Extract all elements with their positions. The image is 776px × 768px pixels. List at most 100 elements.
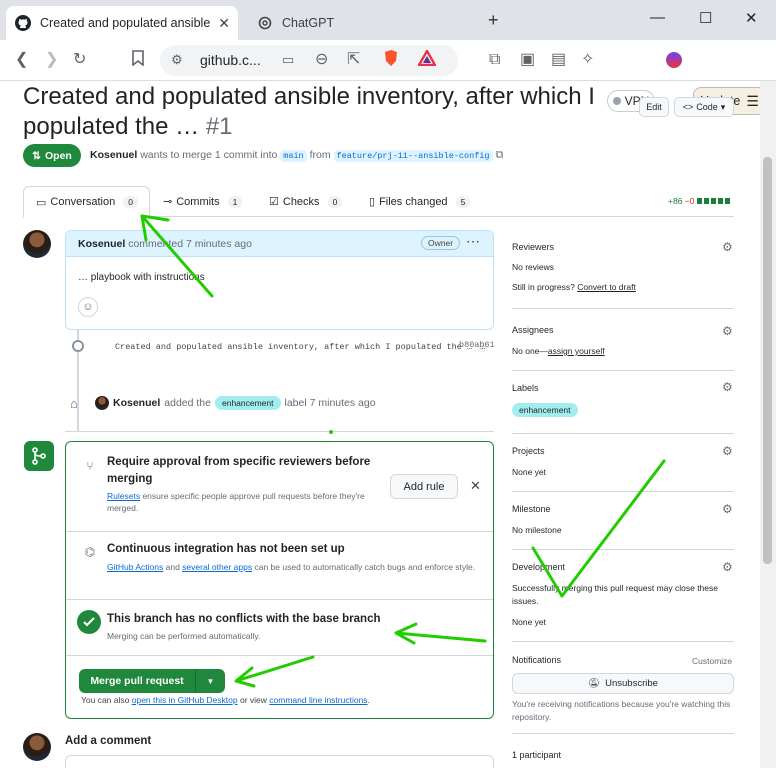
development-heading: Development xyxy=(512,562,566,572)
code-icon: <> xyxy=(682,102,694,112)
tab-label: Files changed xyxy=(379,195,448,208)
menu-icon: ☰ xyxy=(746,92,759,109)
maximize-icon[interactable]: ☐ xyxy=(699,9,712,27)
lines-added: +86 xyxy=(668,196,683,206)
new-tab-icon[interactable]: + xyxy=(488,10,499,31)
comment-input[interactable] xyxy=(65,755,494,768)
development-value: None yet xyxy=(512,617,547,627)
conflicts-section: This branch has no conflicts with the ba… xyxy=(66,600,493,656)
close-window-icon[interactable]: ✕ xyxy=(745,9,758,27)
chevron-down-icon: ▾ xyxy=(720,101,726,112)
chatgpt-icon xyxy=(256,14,274,32)
copy-icon[interactable]: ⧉ xyxy=(495,149,503,161)
rulesets-link[interactable]: Rulesets xyxy=(107,491,140,501)
customize-link[interactable]: Customize xyxy=(692,655,732,668)
commit-icon: ⊸ xyxy=(163,196,173,208)
merge-button-label[interactable]: Merge pull request xyxy=(79,669,196,693)
reload-icon[interactable]: ↻ xyxy=(73,50,86,70)
tab-checks[interactable]: ☑ Checks 0 xyxy=(269,186,343,217)
tab-conversation[interactable]: ▭ Conversation 0 xyxy=(23,186,150,218)
close-icon[interactable]: ✕ xyxy=(470,478,481,494)
merge-text-from: from xyxy=(309,149,331,161)
event-actor[interactable]: Kosenuel xyxy=(113,397,160,409)
ci-desc: GitHub Actions and several other apps ca… xyxy=(107,561,477,573)
site-info-icon[interactable]: ⚙ xyxy=(171,50,183,70)
label-event: Kosenuel added the enhancement label 7 m… xyxy=(95,396,376,410)
diffstat-bar xyxy=(696,198,730,204)
head-branch[interactable]: feature/prj-11--ansible-config xyxy=(333,150,493,162)
brave-shield-icon[interactable] xyxy=(384,50,398,72)
event-timestamp: label 7 minutes ago xyxy=(284,397,376,409)
sidebar-divider xyxy=(512,433,734,434)
close-tab-icon[interactable]: ✕ xyxy=(218,15,230,32)
brave-rewards-icon[interactable] xyxy=(416,48,438,72)
other-apps-link[interactable]: several other apps xyxy=(182,562,252,572)
pull-request-icon: ⇅ xyxy=(32,149,41,162)
sidebar-icon[interactable]: ▣ xyxy=(520,50,535,70)
github-actions-link[interactable]: GitHub Actions xyxy=(107,562,163,572)
merge-pull-request-button[interactable]: Merge pull request ▼ xyxy=(79,669,225,693)
url-text[interactable]: github.c... xyxy=(200,52,261,68)
share-icon[interactable]: ⇱ xyxy=(347,50,360,70)
commit-message[interactable]: Created and populated ansible inventory,… xyxy=(115,340,495,355)
back-icon[interactable]: ❮ xyxy=(15,50,28,70)
label-pill[interactable]: enhancement xyxy=(214,396,281,410)
development-gear-icon[interactable]: ⚙ xyxy=(722,560,733,574)
base-branch[interactable]: main xyxy=(280,150,307,162)
ci-desc-text: can be used to automatically catch bugs … xyxy=(254,562,476,572)
ci-title: Continuous integration has not been set … xyxy=(107,543,345,555)
also-text: You can also xyxy=(81,695,130,705)
avatar[interactable] xyxy=(95,396,109,410)
zoom-icon[interactable]: ⊖ xyxy=(315,50,328,70)
reviewers-gear-icon[interactable]: ⚙ xyxy=(722,240,733,254)
unsubscribe-button[interactable]: 🔕︎ Unsubscribe xyxy=(512,673,734,694)
browser-tab-chatgpt[interactable]: ChatGPT xyxy=(248,6,478,40)
milestone-value: No milestone xyxy=(512,525,562,535)
projects-gear-icon[interactable]: ⚙ xyxy=(722,444,733,458)
minimize-icon[interactable]: — xyxy=(650,9,665,26)
tab-label: Conversation xyxy=(50,196,116,208)
convert-to-draft-link[interactable]: Convert to draft xyxy=(577,282,636,292)
profile-avatar-icon[interactable] xyxy=(666,52,682,68)
edit-button[interactable]: Edit xyxy=(639,97,669,117)
leo-ai-icon[interactable]: ✧ xyxy=(581,50,594,70)
pr-state-badge: ⇅ Open xyxy=(23,144,81,167)
check-icon xyxy=(77,610,101,634)
avatar[interactable] xyxy=(23,733,51,761)
forward-icon[interactable]: ❯ xyxy=(45,50,58,70)
add-reaction-icon[interactable]: ☺ xyxy=(78,297,98,317)
extensions-icon[interactable]: ⧉ xyxy=(489,50,500,70)
git-merge-icon xyxy=(24,441,54,471)
browser-tab-github[interactable]: Created and populated ansible ✕ xyxy=(6,6,238,40)
install-app-icon[interactable]: ▭ xyxy=(282,50,294,70)
milestone-gear-icon[interactable]: ⚙ xyxy=(722,502,733,516)
bookmark-icon[interactable] xyxy=(132,50,144,72)
assignees-none: No one— xyxy=(512,346,548,356)
assign-yourself-link[interactable]: assign yourself xyxy=(548,346,605,356)
assignees-gear-icon[interactable]: ⚙ xyxy=(722,324,733,338)
avatar[interactable] xyxy=(23,230,51,258)
draft-prompt: Still in progress? Convert to draft xyxy=(512,281,636,294)
label-pill[interactable]: enhancement xyxy=(512,403,578,417)
comment-author[interactable]: Kosenuel xyxy=(78,238,125,250)
commit-message-text: Created and populated ansible inventory,… xyxy=(115,342,473,352)
kebab-menu-icon[interactable]: ⋯ xyxy=(466,233,480,250)
labels-gear-icon[interactable]: ⚙ xyxy=(722,380,733,394)
scrollbar-thumb[interactable] xyxy=(763,157,772,564)
file-diff-icon: ▯ xyxy=(369,196,376,208)
diffstat: +86 −0 xyxy=(668,196,730,206)
merge-text: wants to merge 1 commit into xyxy=(140,149,278,161)
add-rule-button[interactable]: Add rule xyxy=(390,474,458,499)
sidebar-divider xyxy=(512,733,734,734)
draft-prompt-text: Still in progress? xyxy=(512,282,575,292)
tab-commits[interactable]: ⊸ Commits 1 xyxy=(163,186,243,217)
commit-sha[interactable]: b80ab61 xyxy=(459,340,495,350)
github-desktop-link[interactable]: open this in GitHub Desktop xyxy=(132,695,238,705)
command-line-link[interactable]: command line instructions xyxy=(269,695,367,705)
pr-author[interactable]: Kosenuel xyxy=(90,149,137,161)
wallet-icon[interactable]: ▤ xyxy=(551,50,566,70)
code-button[interactable]: <> Code ▾ xyxy=(674,97,734,117)
merge-options-dropdown-icon[interactable]: ▼ xyxy=(196,669,225,693)
tab-files-changed[interactable]: ▯ Files changed 5 xyxy=(369,186,471,217)
sidebar-divider xyxy=(512,370,734,371)
